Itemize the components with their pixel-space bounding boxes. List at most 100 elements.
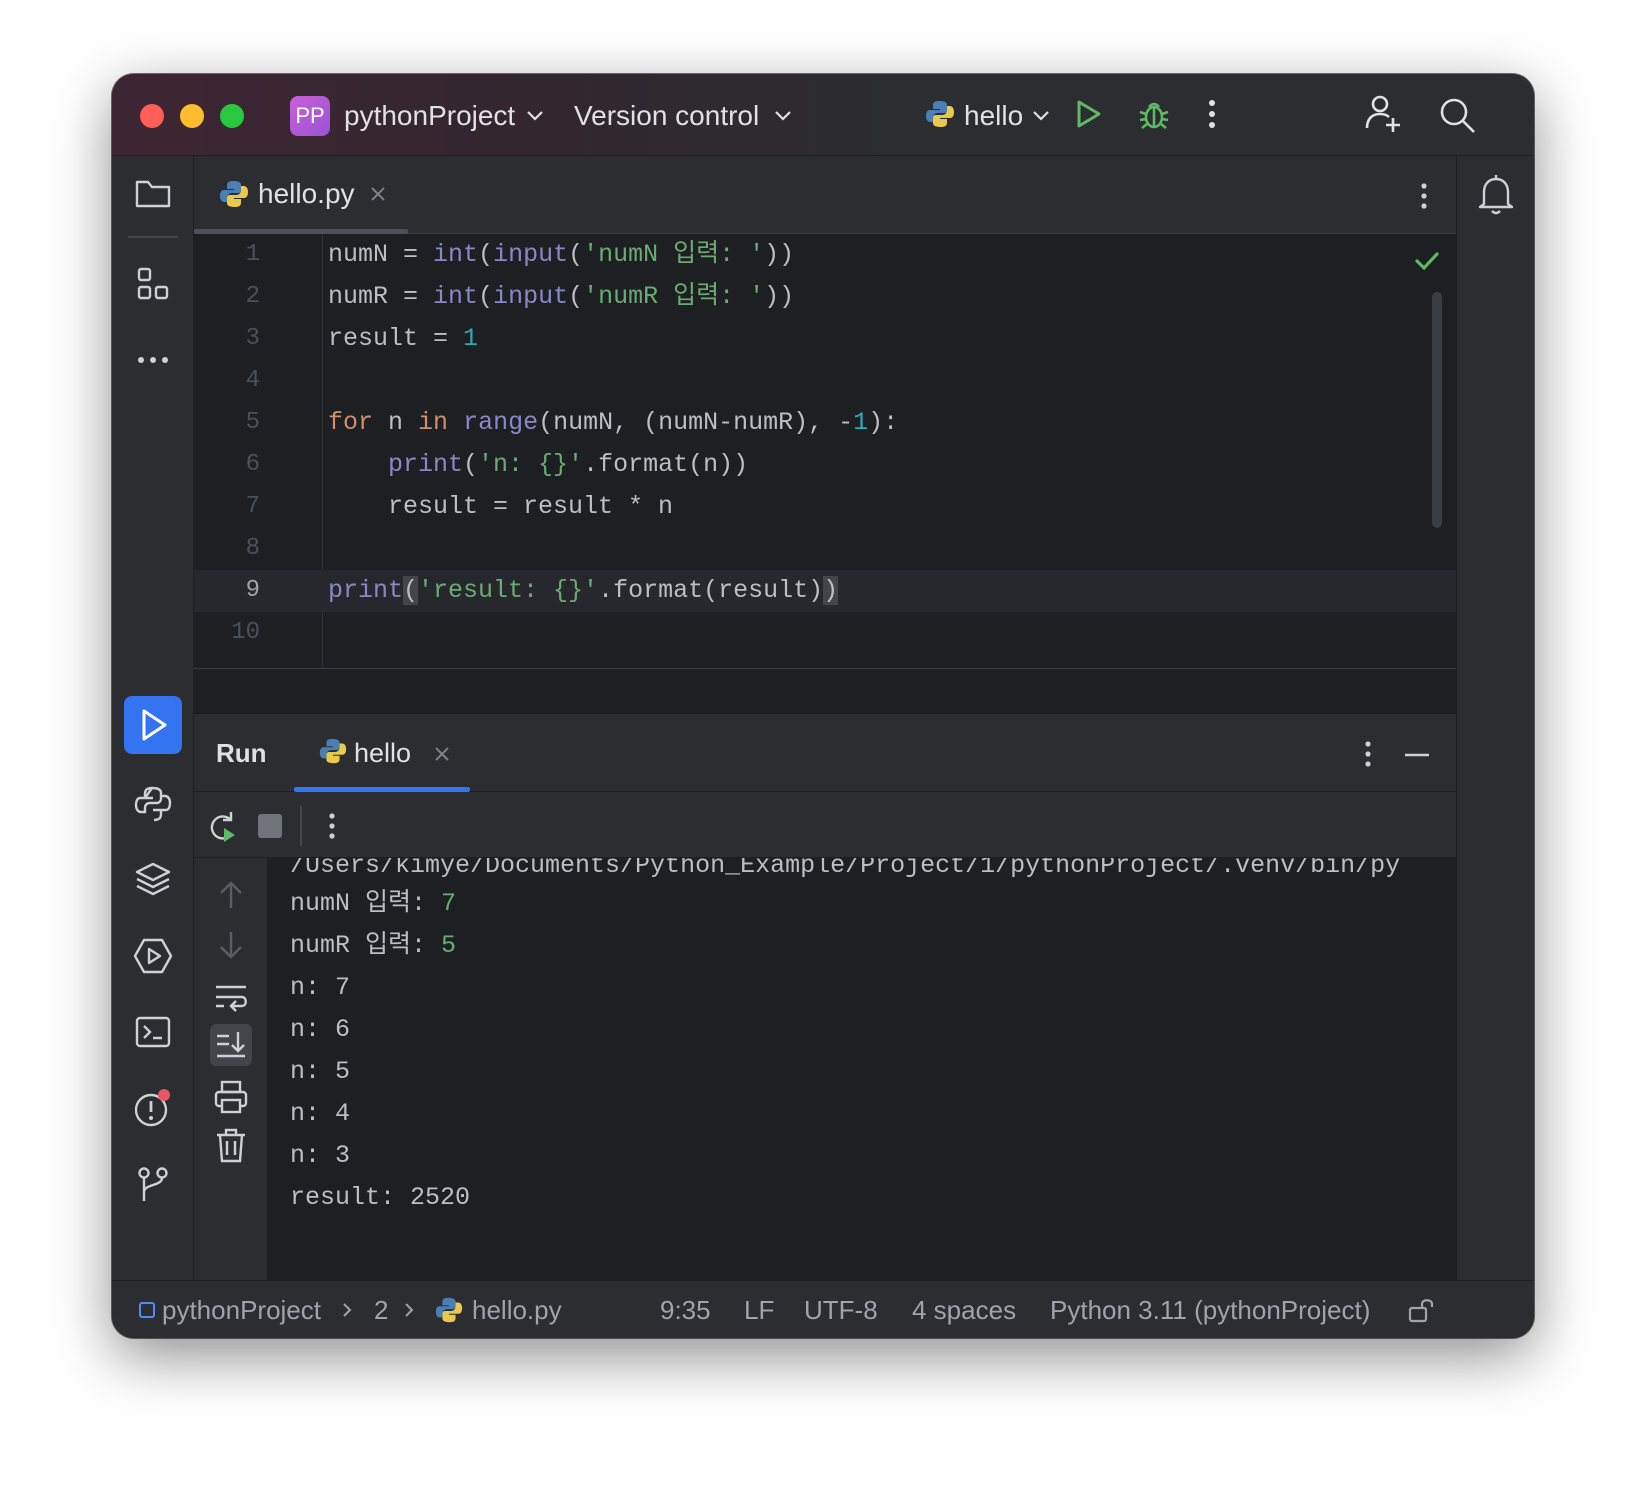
more-horizontal-icon	[138, 357, 168, 363]
close-tab-icon[interactable]	[368, 184, 388, 204]
chevron-down-icon[interactable]	[772, 104, 794, 126]
console-user-input: 7	[441, 889, 457, 918]
code-editor[interactable]: 1 numN = int(input('numN 입력: ')) 2 numR …	[194, 234, 1456, 668]
project-badge[interactable]: PP	[290, 96, 330, 136]
project-tool-button[interactable]	[129, 170, 177, 218]
code-line: 1 numN = int(input('numN 입력: '))	[194, 234, 1456, 276]
folder-icon	[135, 180, 171, 208]
line-number: 3	[245, 325, 260, 352]
scroll-to-end-icon	[217, 1032, 245, 1058]
indent-setting[interactable]: 4 spaces	[912, 1281, 1016, 1338]
run-console-output[interactable]: /Users/kimye/Documents/Python_Example/Pr…	[268, 858, 1456, 1280]
run-tab-label: hello	[354, 738, 412, 768]
line-number: 6	[245, 451, 260, 478]
code-text: print('result: {}'.format(result))	[328, 576, 839, 605]
arrow-down-icon[interactable]	[214, 928, 248, 962]
editor-tab-label: hello.py	[258, 178, 355, 209]
more-actions-icon[interactable]	[320, 808, 344, 844]
minimize-window-button[interactable]	[180, 104, 204, 128]
line-number: 7	[245, 493, 260, 520]
more-tools-button[interactable]	[129, 336, 177, 384]
run-panel-more-icon[interactable]	[1356, 736, 1380, 772]
version-control-menu[interactable]: Version control	[574, 98, 759, 134]
run-icon	[142, 709, 167, 741]
python-packages-tool-button[interactable]	[129, 856, 177, 904]
rerun-icon[interactable]	[204, 808, 240, 844]
chevron-right-icon	[343, 1303, 352, 1317]
terminal-tool-button[interactable]	[129, 1008, 177, 1056]
console-prompt: numN 입력:	[290, 889, 442, 918]
stop-icon[interactable]	[256, 812, 284, 840]
code-line: 3 result = 1	[194, 318, 1456, 360]
problems-warning-icon	[134, 1089, 170, 1127]
print-icon[interactable]	[212, 1078, 250, 1116]
trash-icon[interactable]	[212, 1126, 250, 1164]
run-icon[interactable]	[1070, 96, 1106, 132]
arrow-up-icon[interactable]	[214, 878, 248, 912]
code-line: 7 result = result * n	[194, 486, 1456, 528]
chevron-right-icon	[405, 1303, 414, 1317]
close-window-button[interactable]	[140, 104, 164, 128]
console-line: numR 입력: 5	[290, 925, 456, 967]
editor-scrollbar[interactable]	[1432, 292, 1442, 528]
line-number: 1	[245, 241, 260, 268]
problems-tool-button[interactable]	[129, 1084, 177, 1132]
status-bar: pythonProject 2 hello.py 9:35 LF UTF-8 4…	[112, 1280, 1534, 1338]
chevron-down-icon[interactable]	[1030, 104, 1052, 126]
line-number: 8	[245, 535, 260, 562]
python-interpreter[interactable]: Python 3.11 (pythonProject)	[1050, 1281, 1370, 1338]
editor-bottom-area	[194, 668, 1456, 714]
run-tool-button[interactable]	[124, 696, 182, 754]
services-icon	[133, 938, 173, 974]
add-user-icon[interactable]	[1362, 92, 1404, 134]
structure-tool-button[interactable]	[129, 260, 177, 308]
git-tool-button[interactable]	[129, 1160, 177, 1208]
python-icon	[319, 738, 347, 764]
right-tool-strip	[1456, 156, 1534, 1280]
console-line: numN 입력: 7	[290, 883, 456, 925]
minimize-panel-icon[interactable]	[1402, 740, 1432, 770]
notifications-button[interactable]	[1474, 170, 1518, 218]
zoom-window-button[interactable]	[220, 104, 244, 128]
python-console-tool-button[interactable]	[129, 780, 177, 828]
line-separator[interactable]: LF	[744, 1281, 774, 1338]
more-actions-icon[interactable]	[1200, 96, 1224, 132]
console-line: n: 5	[290, 1057, 351, 1086]
debug-bug-icon[interactable]	[1134, 94, 1174, 134]
project-selector[interactable]: pythonProject	[344, 98, 515, 134]
unlock-icon[interactable]	[1406, 1295, 1436, 1325]
no-problems-check-icon[interactable]	[1412, 246, 1442, 276]
toolbar-divider	[128, 236, 178, 238]
python-file-icon	[435, 1297, 463, 1323]
search-icon[interactable]	[1438, 96, 1478, 136]
python-console-icon	[134, 786, 172, 822]
caret-position[interactable]: 9:35	[660, 1281, 711, 1338]
console-side-toolbar	[194, 858, 268, 1280]
console-line: n: 6	[290, 1015, 351, 1044]
console-path-line: /Users/kimye/Documents/Python_Example/Pr…	[290, 858, 1401, 880]
line-number: 10	[231, 619, 260, 646]
services-tool-button[interactable]	[129, 932, 177, 980]
breadcrumb-project[interactable]: pythonProject	[162, 1281, 321, 1338]
left-tool-strip	[112, 156, 194, 1280]
run-tab-hello[interactable]: hello	[294, 714, 470, 792]
code-line: 8	[194, 528, 1456, 570]
python-icon	[926, 101, 954, 127]
editor-more-icon[interactable]	[1412, 178, 1436, 214]
module-icon	[139, 1302, 155, 1318]
title-bar: PP pythonProject Version control hello	[112, 74, 1534, 156]
file-encoding[interactable]: UTF-8	[804, 1281, 878, 1338]
scroll-to-end-button[interactable]	[210, 1024, 252, 1066]
console-line: n: 4	[290, 1099, 351, 1128]
console-result-line: result: 2520	[290, 1183, 471, 1212]
soft-wrap-icon[interactable]	[212, 978, 250, 1016]
git-branch-icon	[138, 1167, 168, 1201]
breadcrumb-folder[interactable]: 2	[374, 1281, 388, 1338]
chevron-down-icon[interactable]	[524, 104, 546, 126]
code-line: 4	[194, 360, 1456, 402]
editor-tab-hello-py[interactable]: hello.py	[194, 156, 408, 234]
code-line: 10	[194, 612, 1456, 654]
run-config-selector[interactable]: hello	[964, 98, 1023, 134]
breadcrumb-file[interactable]: hello.py	[472, 1281, 562, 1338]
close-tab-icon[interactable]	[432, 744, 452, 764]
